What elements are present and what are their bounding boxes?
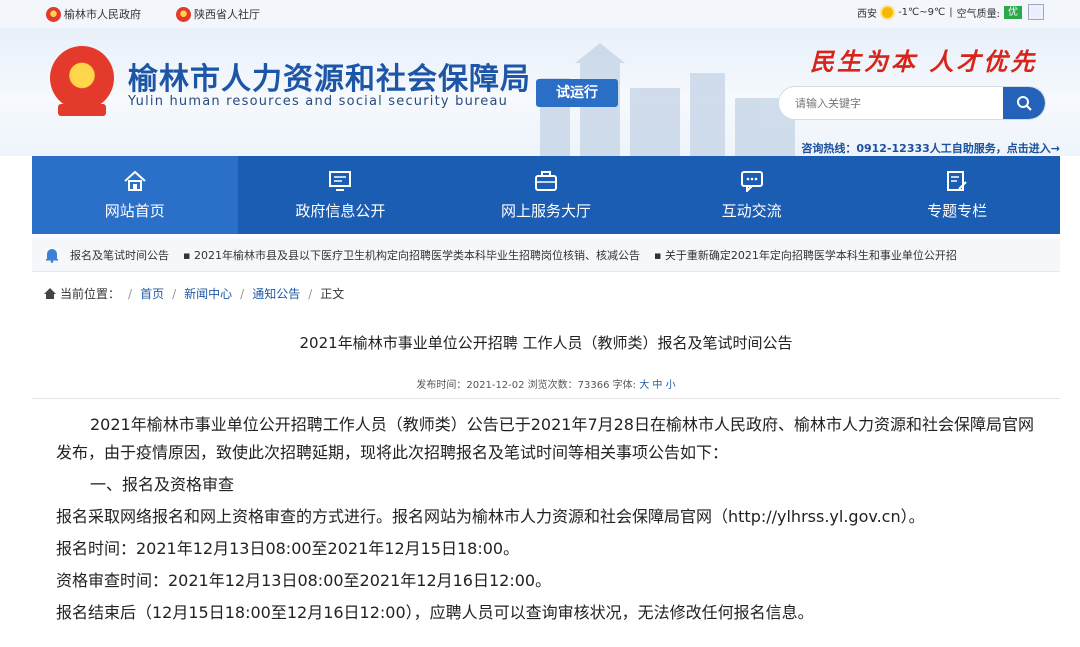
nav-label: 网上服务大厅 (500, 201, 591, 220)
article-meta: 发布时间：2021-12-02 浏览次数：73366 字体: 大 中 小 (32, 376, 1060, 391)
monitor-icon (329, 170, 352, 191)
ticker-item[interactable]: ▪ 2021年榆林市县及县以下医疗卫生机构定向招聘医学类本科毕业生招聘岗位核销、… (183, 247, 640, 263)
nav-item-interaction[interactable]: 互动交流 (649, 156, 855, 234)
main-nav: 网站首页 政府信息公开 网上服务大厅 互动交流 专题专栏 (32, 156, 1060, 234)
article-meta-text: 发布时间：2021-12-02 浏览次数：73366 字体: (416, 380, 637, 391)
weather-widget: 西安 -1℃~9℃ | 空气质量: 优 (857, 5, 1046, 20)
link-label: 榆林市人民政府 (64, 8, 141, 21)
link-yulin-gov[interactable]: 榆林市人民政府 (46, 6, 141, 22)
bell-icon (46, 248, 58, 263)
ticker-item[interactable]: ▪ 关于重新确定2021年定向招聘医学本科生和事业单位公开招 (654, 247, 957, 263)
edit-doc-icon (947, 170, 967, 191)
national-emblem-icon (50, 46, 114, 116)
nav-label: 网站首页 (104, 201, 165, 220)
nav-item-gov-info[interactable]: 政府信息公开 (238, 156, 444, 234)
hotline-link[interactable]: 咨询热线：0912-12333人工自助服务，点击进入→ (801, 140, 1060, 156)
site-subtitle: Yulin human resources and social securit… (128, 94, 509, 109)
notice-ticker: 报名及笔试时间公告 ▪ 2021年榆林市县及县以下医疗卫生机构定向招聘医学类本科… (32, 238, 1060, 272)
top-bar: 榆林市人民政府 陕西省人社厅 西安 -1℃~9℃ | 空气质量: 优 (0, 0, 1080, 28)
ticker-item[interactable]: 报名及笔试时间公告 (70, 247, 169, 263)
article-paragraph: 报名采取网络报名和网上资格审查的方式进行。报名网站为榆林市人力资源和社会保障局官… (56, 507, 925, 526)
nav-item-home[interactable]: 网站首页 (32, 156, 238, 234)
sun-icon (882, 7, 894, 18)
air-quality-label: 空气质量: (956, 9, 1000, 20)
search-box (778, 86, 1046, 120)
slogan: 民生为本 人才优先 (810, 47, 1038, 76)
breadcrumb-news-center[interactable]: 新闻中心 (184, 285, 232, 302)
site-title: 榆林市人力资源和社会保障局 (128, 62, 531, 97)
briefcase-icon (534, 170, 557, 191)
chat-icon (740, 170, 763, 192)
article-paragraph: 2021年榆林市事业单位公开招聘工作人员（教师类）公告已于2021年7月28日在… (56, 415, 1034, 462)
weather-city: 西安 (857, 9, 878, 20)
article-paragraph: 资格审查时间：2021年12月13日08:00至2021年12月16日12:00… (56, 571, 552, 590)
article-paragraph: 报名时间：2021年12月13日08:00至2021年12月15日18:00。 (56, 539, 520, 558)
breadcrumb: 当前位置： / 首页 / 新闻中心 / 通知公告 / 正文 (44, 285, 344, 302)
font-size-small[interactable]: 小 (666, 380, 676, 391)
search-button[interactable] (1003, 87, 1045, 119)
article-title: 2021年榆林市事业单位公开招聘 工作人员（教师类）报名及笔试时间公告 (299, 334, 793, 352)
breadcrumb-notices[interactable]: 通知公告 (252, 285, 300, 302)
font-size-medium[interactable]: 中 (652, 380, 662, 391)
search-icon (1017, 96, 1032, 111)
breadcrumb-label: 当前位置： (60, 287, 121, 301)
link-shaanxi-hrss[interactable]: 陕西省人社厅 (176, 6, 260, 22)
nav-label: 政府信息公开 (295, 201, 386, 220)
breadcrumb-home[interactable]: 首页 (140, 285, 164, 302)
site-header: 榆林市人力资源和社会保障局 Yulin human resources and … (0, 28, 1080, 156)
nav-label: 互动交流 (721, 201, 782, 220)
weather-temp: -1℃~9℃ (898, 7, 946, 18)
home-icon (124, 170, 146, 191)
emblem-icon (46, 6, 61, 22)
divider (32, 398, 1060, 399)
image-placeholder-icon (1028, 4, 1044, 20)
air-quality-badge: 优 (1004, 6, 1022, 19)
home-icon (44, 288, 56, 299)
nav-item-online-service[interactable]: 网上服务大厅 (443, 156, 649, 234)
nav-label: 专题专栏 (927, 201, 988, 220)
breadcrumb-current: 正文 (320, 287, 345, 301)
trial-badge: 试运行 (536, 79, 618, 107)
article-section-heading: 一、报名及资格审查 (90, 475, 235, 494)
emblem-icon (176, 6, 191, 22)
link-label: 陕西省人社厅 (194, 8, 260, 21)
nav-item-special-topics[interactable]: 专题专栏 (854, 156, 1060, 234)
font-size-large[interactable]: 大 (639, 380, 649, 391)
article-body: 2021年榆林市事业单位公开招聘工作人员（教师类）公告已于2021年7月28日在… (56, 411, 1046, 631)
article-paragraph: 报名结束后（12月15日18:00至12月16日12:00），应聘人员可以查询审… (56, 603, 814, 622)
search-input[interactable] (779, 87, 1005, 119)
